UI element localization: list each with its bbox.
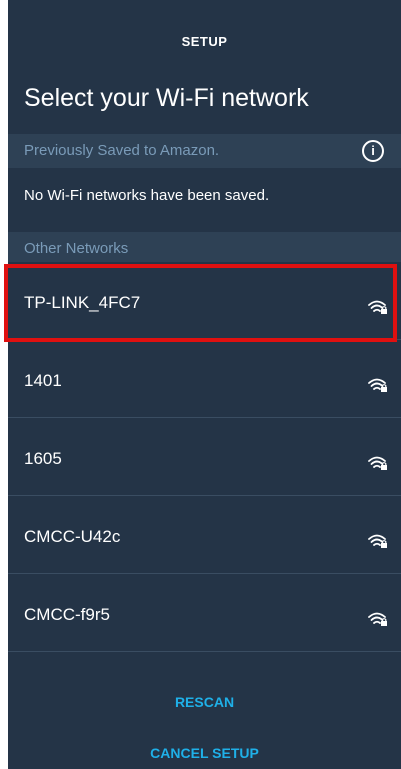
wifi-lock-icon: [368, 612, 387, 626]
network-item[interactable]: CMCC-U42c: [8, 496, 401, 574]
wifi-lock-icon: [368, 456, 387, 470]
setup-title: SETUP: [181, 34, 228, 49]
wifi-lock-icon: [368, 534, 387, 548]
network-name: 1605: [24, 449, 62, 468]
saved-section-header: Previously Saved to Amazon. i: [8, 134, 401, 168]
network-item[interactable]: CMCC-f9r5: [8, 574, 401, 652]
other-networks-header: Other Networks: [8, 232, 401, 262]
page-title: Select your Wi-Fi network: [24, 84, 309, 112]
info-icon[interactable]: i: [362, 140, 384, 162]
header: SETUP: [8, 0, 401, 82]
network-name: TP-LINK_4FC7: [24, 293, 141, 312]
saved-section-label: Previously Saved to Amazon.: [24, 142, 220, 159]
setup-screen: SETUP Select your Wi-Fi network Previous…: [8, 0, 401, 769]
network-name: 1401: [24, 371, 62, 390]
no-saved-networks-text: No Wi-Fi networks have been saved.: [24, 187, 270, 204]
rescan-button[interactable]: RESCAN: [8, 694, 401, 710]
network-item[interactable]: 1605: [8, 418, 401, 496]
network-name: CMCC-f9r5: [24, 605, 110, 624]
network-name: CMCC-U42c: [24, 527, 121, 546]
wifi-lock-icon: [368, 300, 387, 314]
network-item[interactable]: TP-LINK_4FC7: [8, 262, 401, 340]
cancel-setup-button[interactable]: CANCEL SETUP: [8, 745, 401, 761]
network-list: TP-LINK_4FC7 1401 1605 CMCC-U42c CMCC-f9…: [8, 262, 401, 652]
wifi-lock-icon: [368, 378, 387, 392]
other-networks-label: Other Networks: [24, 240, 129, 257]
network-item[interactable]: 1401: [8, 340, 401, 418]
